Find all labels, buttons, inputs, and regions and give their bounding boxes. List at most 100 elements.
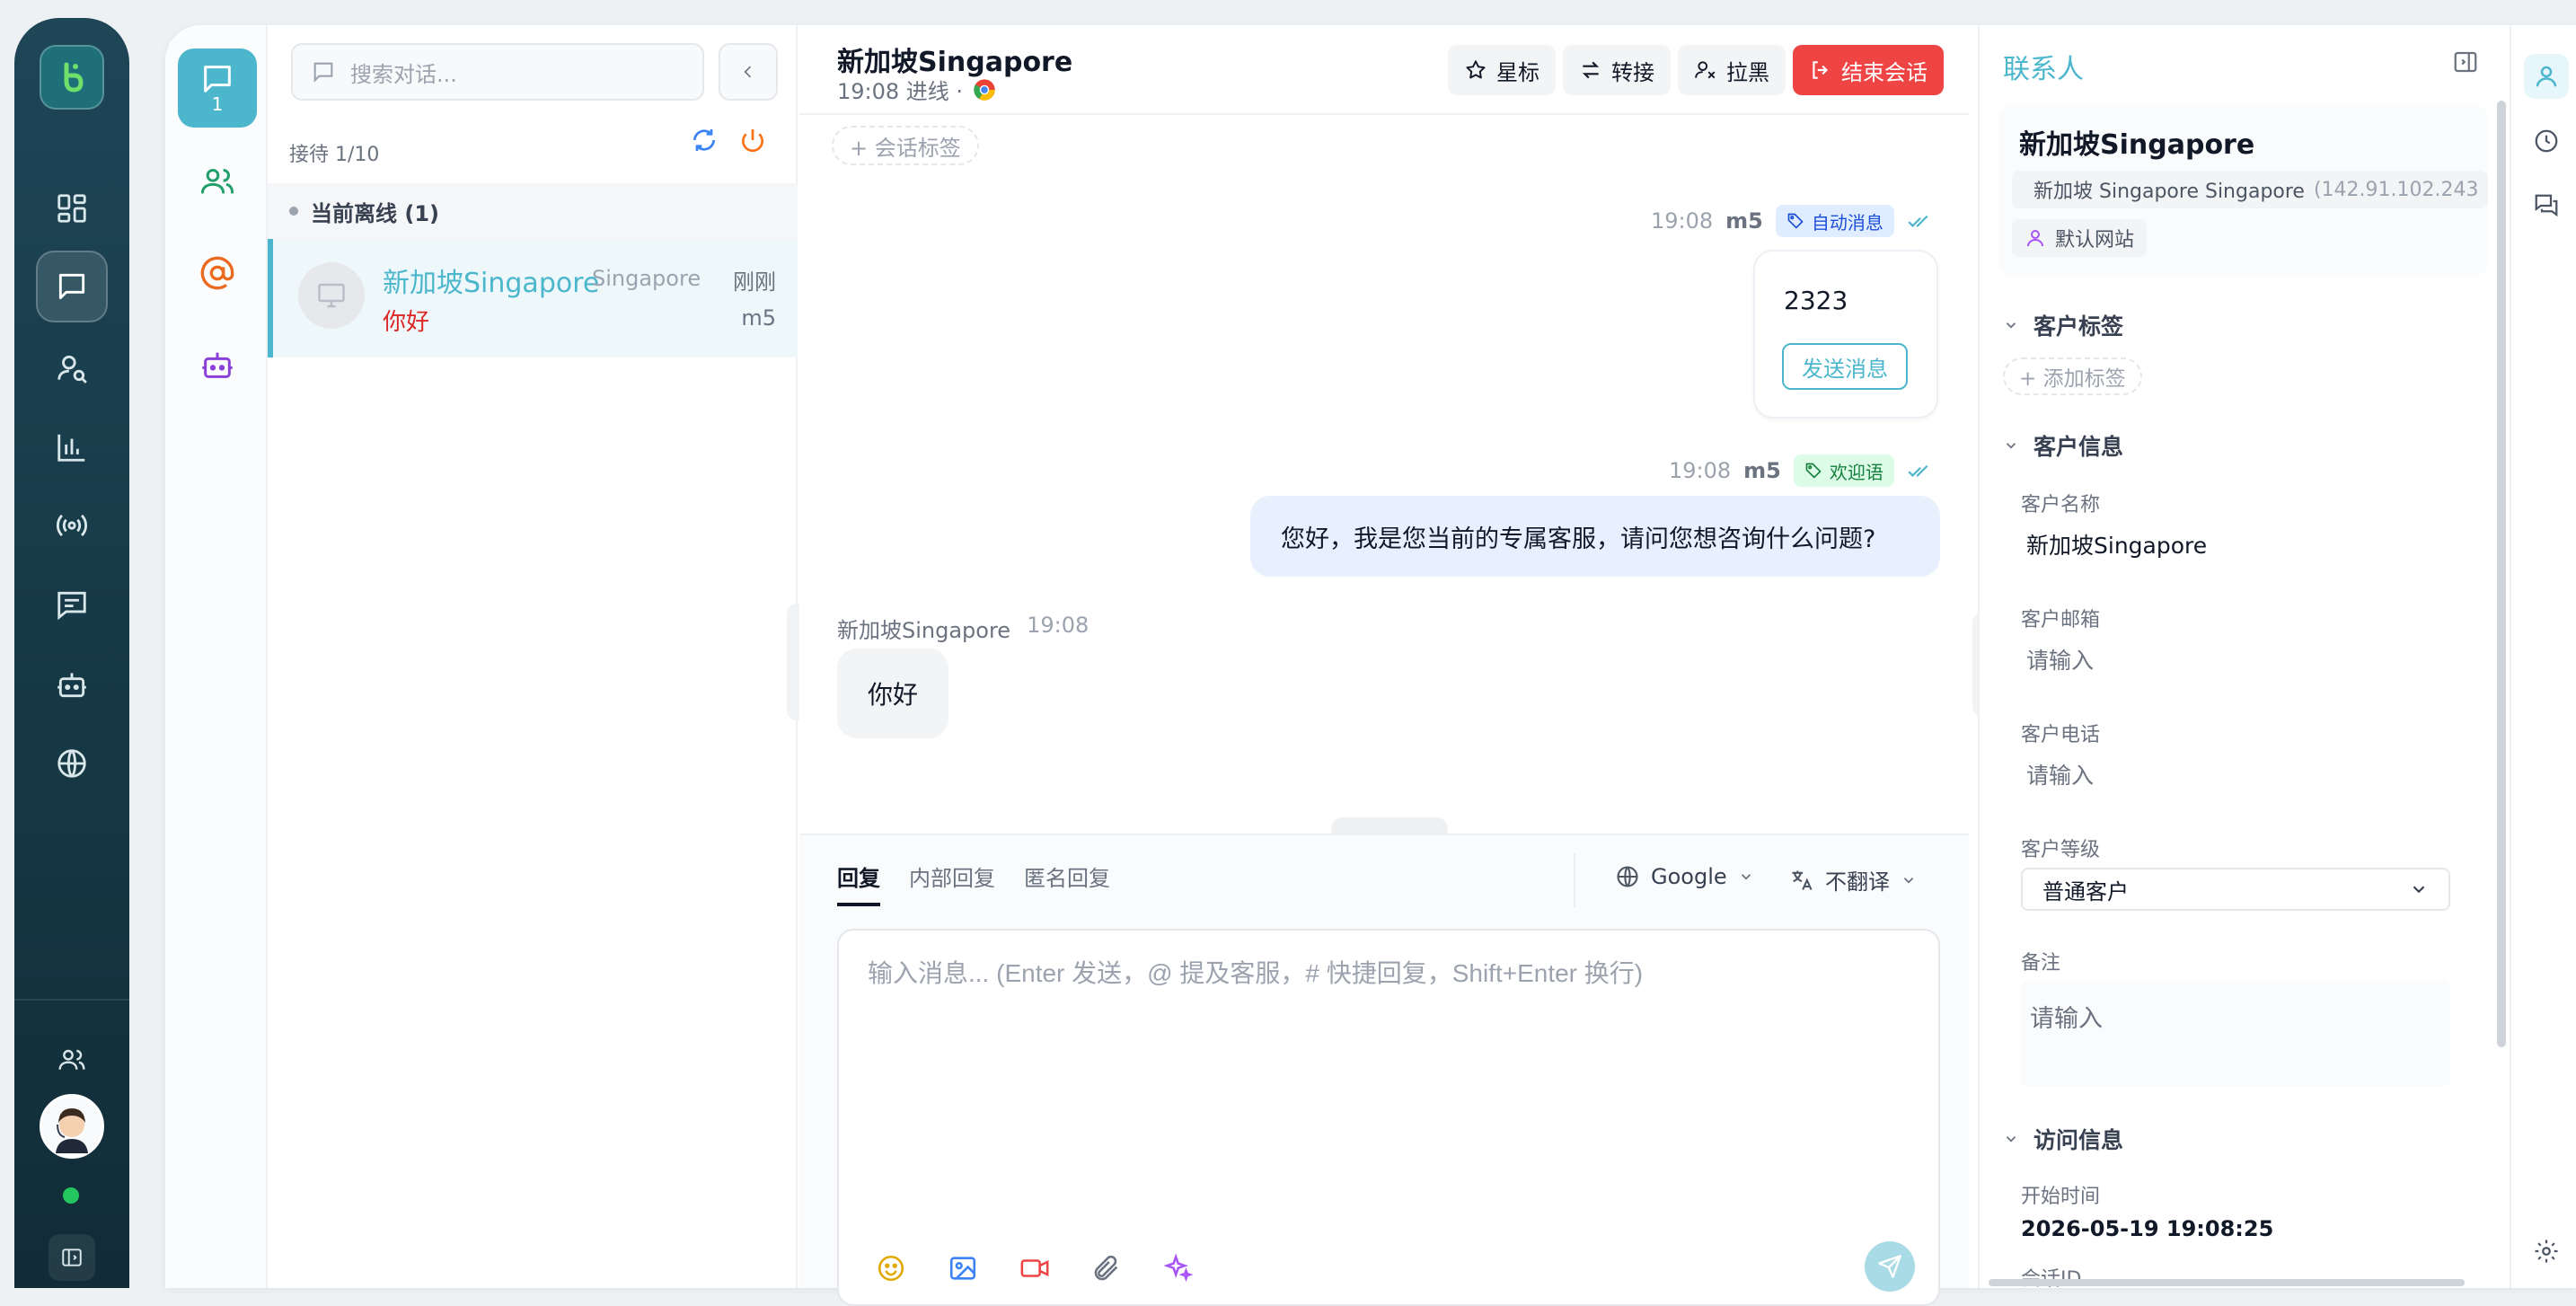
double-check-icon — [1908, 464, 1928, 477]
conversation-item[interactable]: 新加坡Singapore Singapore 刚刚 你好 m5 — [268, 239, 798, 357]
transfer-button[interactable]: 转接 — [1563, 45, 1671, 95]
hand-logo-icon[interactable] — [40, 45, 104, 110]
bot-icon[interactable] — [36, 649, 108, 720]
chrome-icon — [974, 78, 995, 101]
message-time: 19:08 — [1651, 208, 1714, 234]
translate-mode-select[interactable]: 不翻译 — [1789, 864, 1917, 896]
chevron-down-icon — [2006, 1136, 2016, 1143]
dashboard-icon[interactable] — [36, 172, 108, 244]
customer-phone-label: 客户电话 — [2021, 724, 2101, 746]
badge-label: 欢迎语 — [1829, 461, 1883, 483]
customer-level-label: 客户等级 — [2021, 839, 2101, 861]
message-time: 19:08 — [1669, 458, 1732, 483]
bot-icon[interactable] — [178, 325, 257, 404]
emoji-icon[interactable] — [871, 1249, 911, 1288]
horizontal-scrollbar[interactable] — [1989, 1279, 2465, 1286]
broadcast-icon[interactable] — [36, 490, 108, 561]
message-input[interactable] — [839, 931, 1938, 1218]
monitor-icon — [298, 262, 365, 329]
session-tag-button[interactable]: + 会话标签 — [832, 126, 979, 165]
video-icon[interactable] — [1015, 1249, 1054, 1288]
sidebar-toggle-icon[interactable] — [49, 1234, 95, 1281]
block-button[interactable]: 拉黑 — [1678, 45, 1786, 95]
chat-icon[interactable] — [36, 251, 108, 322]
note-field[interactable]: 请输入 — [2021, 981, 2450, 1087]
customer-email-label: 客户邮箱 — [2021, 609, 2101, 631]
chat-icon — [204, 66, 231, 93]
message-meta: 19:08 m5 自动消息 — [1651, 205, 1930, 237]
customer-level-select[interactable]: 普通客户 — [2021, 868, 2450, 911]
user-block-icon — [1695, 61, 1716, 79]
ai-sparkle-icon[interactable] — [1159, 1249, 1198, 1288]
customer-phone-field[interactable]: 请输入 — [2026, 758, 2094, 790]
messages-icon[interactable] — [2524, 183, 2569, 228]
ip-text: (142.91.102.243 — [2313, 178, 2479, 201]
message-sender: m5 — [1743, 458, 1781, 483]
contact-user-icon[interactable] — [2524, 54, 2569, 99]
panel-collapse-icon[interactable] — [2452, 49, 2479, 75]
message-sender: m5 — [1725, 208, 1763, 234]
start-time-label: 开始时间 — [2021, 1186, 2101, 1208]
message-meta: 新加坡Singapore 19:08 — [837, 613, 1089, 644]
message-meta: 19:08 m5 欢迎语 — [1669, 454, 1930, 487]
customer-name-field[interactable]: 新加坡Singapore — [2026, 528, 2207, 560]
customer-name-label: 客户名称 — [2021, 494, 2101, 516]
globe-icon[interactable] — [36, 728, 108, 799]
visitor-message-bubble: 你好 — [837, 649, 948, 738]
message-sender: 新加坡Singapore — [837, 618, 1011, 643]
tag-icon — [1805, 463, 1822, 479]
rail-divider — [14, 999, 129, 1001]
site-chip: 默认网站 — [2012, 219, 2148, 257]
customer-tags-section[interactable]: 客户标签 — [2003, 309, 2123, 341]
clock-icon[interactable] — [2524, 119, 2569, 163]
star-button[interactable]: 星标 — [1448, 45, 1556, 95]
visit-info-section[interactable]: 访问信息 — [2003, 1123, 2123, 1155]
right-tool-strip — [2510, 25, 2576, 1288]
tab-reply[interactable]: 回复 — [837, 860, 880, 906]
bar-chart-icon[interactable] — [36, 411, 108, 483]
collapse-list-button[interactable] — [719, 43, 778, 101]
user-icon — [2027, 230, 2043, 247]
chat-panel: 新加坡Singapore 19:08 进线 · 星标 转接 拉黑 结束会话 + … — [799, 25, 1969, 1306]
refresh-icon[interactable] — [690, 126, 719, 154]
chevron-down-icon — [1741, 874, 1751, 880]
tab-internal-reply[interactable]: 内部回复 — [909, 860, 995, 892]
add-tag-button[interactable]: + 添加标签 — [2003, 357, 2142, 395]
attachment-icon[interactable] — [1087, 1249, 1126, 1288]
scrollbar[interactable] — [2497, 101, 2506, 1047]
offline-group-header[interactable]: 当前离线 (1) — [268, 183, 798, 239]
double-check-icon — [1908, 215, 1928, 227]
power-icon[interactable] — [738, 126, 767, 154]
translation-engine-select[interactable]: Google — [1615, 864, 1754, 889]
sec-chat-button[interactable]: 1 — [178, 49, 257, 128]
user-search-icon[interactable] — [36, 332, 108, 404]
customer-info-section[interactable]: 客户信息 — [2003, 429, 2123, 462]
end-session-button[interactable]: 结束会话 — [1793, 45, 1944, 95]
location-chip: 新加坡 Singapore Singapore (142.91.102.243 — [2012, 171, 2488, 208]
image-icon[interactable] — [943, 1249, 983, 1288]
users-icon[interactable] — [178, 142, 257, 221]
conversation-agent: m5 — [741, 305, 776, 331]
end-session-label: 结束会话 — [1841, 59, 1928, 85]
send-message-button[interactable]: 发送消息 — [1782, 343, 1908, 390]
search-input[interactable]: 搜索对话... — [291, 43, 704, 101]
badge-label: 自动消息 — [1811, 211, 1883, 234]
send-button[interactable] — [1865, 1241, 1915, 1292]
at-icon[interactable] — [178, 234, 257, 313]
send-icon — [1878, 1255, 1901, 1278]
reply-zone: 回复 内部回复 匿名回复 Google 不翻译 — [799, 834, 1969, 1306]
chat-header: 新加坡Singapore 19:08 进线 · 星标 转接 拉黑 结束会话 — [799, 25, 1969, 115]
message-square-icon[interactable] — [36, 569, 108, 640]
chevron-down-icon — [2413, 886, 2425, 894]
start-time-value: 2026-05-19 19:08:25 — [2021, 1216, 2274, 1241]
star-icon — [1466, 60, 1486, 79]
tab-anonymous-reply[interactable]: 匿名回复 — [1024, 860, 1110, 892]
message-icon — [313, 62, 333, 83]
chevron-down-icon — [2006, 322, 2016, 329]
settings-gear-icon[interactable] — [2524, 1229, 2569, 1274]
message-composer — [837, 929, 1940, 1306]
customer-name: 新加坡Singapore — [2019, 129, 2255, 161]
avatar[interactable] — [40, 1094, 104, 1159]
customer-email-field[interactable]: 请输入 — [2026, 643, 2094, 675]
team-icon[interactable] — [36, 1024, 108, 1096]
